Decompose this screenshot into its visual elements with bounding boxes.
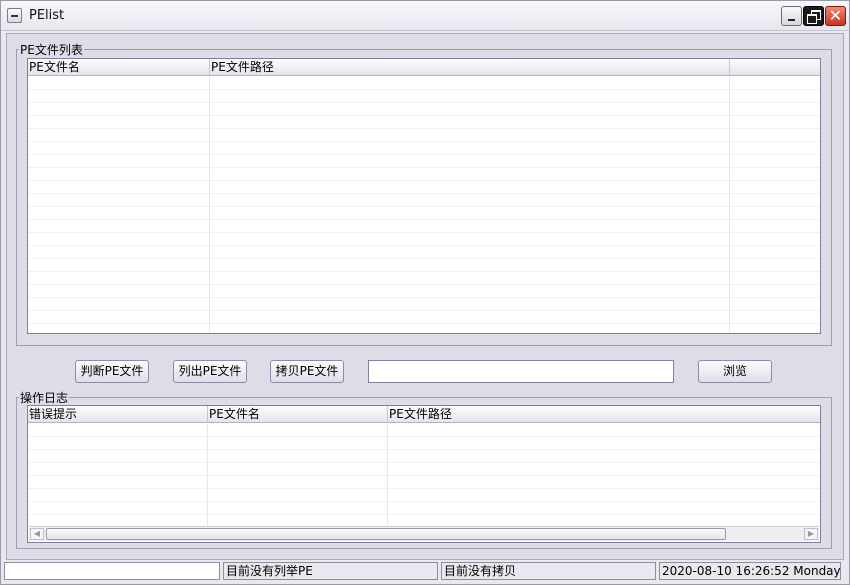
system-menu-icon[interactable] [7, 8, 22, 23]
status-pane-blank [4, 562, 220, 580]
column-divider [207, 424, 208, 526]
log-list-body[interactable] [28, 424, 820, 526]
column-divider [729, 77, 730, 333]
close-icon: ✕ [828, 6, 843, 25]
copy-pe-button[interactable]: 拷贝PE文件 [270, 360, 344, 383]
column-pe-filepath[interactable]: PE文件路径 [210, 59, 730, 76]
status-bar: 目前没有列举PE 目前没有拷贝 2020-08-10 16:26:52 Mond… [4, 562, 848, 582]
minimize-button[interactable] [781, 6, 802, 26]
log-listview[interactable]: 错误提示 PE文件名 PE文件路径 ◀ ▶ [27, 405, 821, 543]
status-pane-datetime: 2020-08-10 16:26:52 Monday [659, 562, 841, 580]
restore-button[interactable] [803, 6, 824, 26]
list-pe-button[interactable]: 列出PE文件 [173, 360, 247, 383]
pe-list-body[interactable] [28, 77, 820, 333]
column-log-filepath[interactable]: PE文件路径 [388, 406, 820, 423]
window-title: PElist [29, 8, 65, 23]
pe-list-header: PE文件名 PE文件路径 [28, 59, 820, 76]
judge-pe-button[interactable]: 判断PE文件 [75, 360, 149, 383]
column-error-hint[interactable]: 错误提示 [28, 406, 208, 423]
scroll-right-icon[interactable]: ▶ [804, 528, 818, 540]
log-legend: 操作日志 [20, 391, 69, 405]
column-divider [387, 424, 388, 526]
log-list-header: 错误提示 PE文件名 PE文件路径 [28, 406, 820, 423]
path-input[interactable] [368, 360, 674, 383]
close-button[interactable]: ✕ [825, 6, 846, 26]
scroll-thumb[interactable] [46, 528, 726, 540]
log-horizontal-scrollbar[interactable]: ◀ ▶ [29, 526, 819, 541]
column-log-filename[interactable]: PE文件名 [208, 406, 388, 423]
column-pe-filename[interactable]: PE文件名 [28, 59, 210, 76]
browse-button[interactable]: 浏览 [698, 360, 772, 383]
status-pane-copy: 目前没有拷贝 [441, 562, 656, 580]
column-extra[interactable] [730, 59, 820, 76]
pe-list-legend: PE文件列表 [20, 43, 83, 57]
title-bar[interactable]: PElist ✕ [1, 1, 849, 31]
status-pane-list: 目前没有列举PE [223, 562, 438, 580]
pe-file-listview[interactable]: PE文件名 PE文件路径 [27, 58, 821, 334]
column-divider [209, 77, 210, 333]
scroll-left-icon[interactable]: ◀ [30, 528, 44, 540]
main-window: PElist ✕ PE文件列表 PE文件名 PE文件路径 判断PE文件 列出PE… [0, 0, 850, 585]
